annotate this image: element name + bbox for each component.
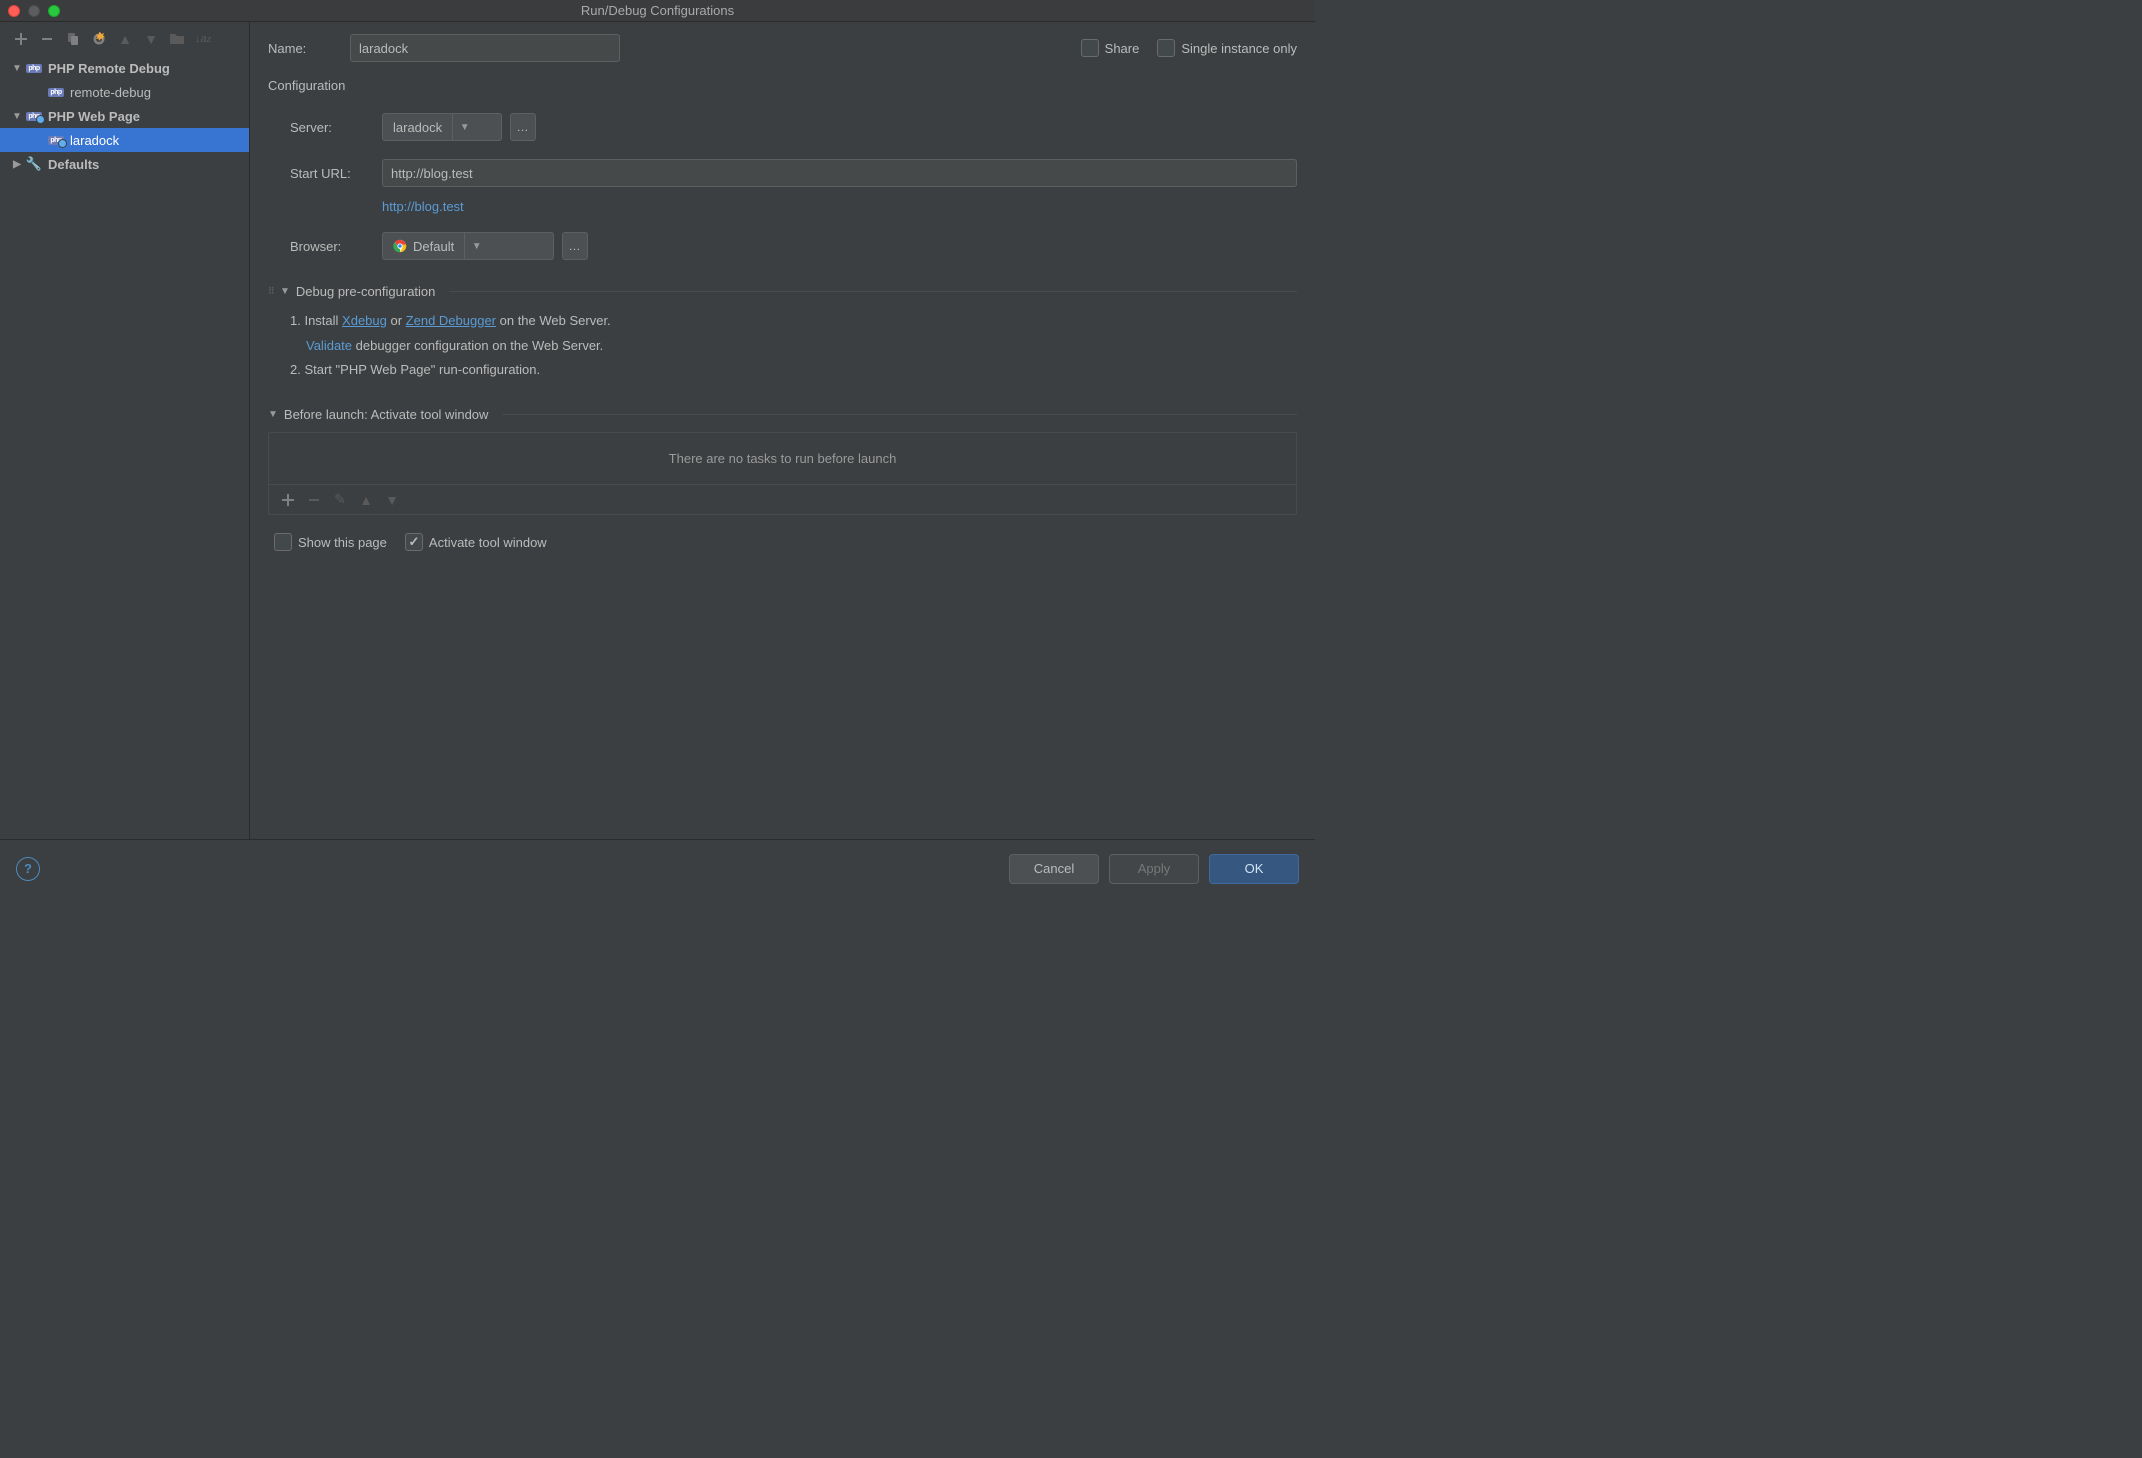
preconfig-step-2: Start "PHP Web Page" run-configuration. [290,358,1297,383]
expand-arrow-icon: ▶ [12,159,22,170]
tree-item-laradock[interactable]: php laradock [0,128,249,152]
tree-label: PHP Web Page [48,109,140,124]
folder-icon[interactable] [166,28,188,50]
checkbox-icon [405,533,423,551]
before-launch-tasks: There are no tasks to run before launch … [268,432,1297,515]
copy-config-icon[interactable] [62,28,84,50]
config-tree: ▼ php PHP Remote Debug php remote-debug … [0,56,249,839]
drag-grip-icon: ⠿ [268,289,274,294]
checkbox-icon [1081,39,1099,57]
browser-select[interactable]: Default ▼ [382,232,554,260]
add-task-icon[interactable] [277,489,299,511]
tree-group-php-remote-debug[interactable]: ▼ php PHP Remote Debug [0,56,249,80]
tree-label: PHP Remote Debug [48,61,170,76]
sidebar-toolbar: ▲ ▼ ↓az [0,22,249,56]
wrench-icon: 🔧 [26,156,42,172]
browser-browse-button[interactable]: … [562,232,588,260]
tree-item-remote-debug[interactable]: php remote-debug [0,80,249,104]
chevron-down-icon: ▼ [464,233,488,259]
browser-label: Browser: [290,239,382,254]
tree-group-defaults[interactable]: ▶ 🔧 Defaults [0,152,249,176]
resolved-url-link[interactable]: http://blog.test [382,199,464,214]
debug-preconfig-header[interactable]: ⠿ ▼ Debug pre-configuration [268,284,1297,299]
config-editor: Name: Share Single instance only Configu… [250,22,1315,839]
php-remote-item-icon: php [48,84,64,100]
checkbox-label: Show this page [298,535,387,550]
start-url-input[interactable] [382,159,1297,187]
chrome-icon [393,239,407,253]
php-web-item-icon: php [48,132,64,148]
server-value: laradock [383,120,452,135]
before-launch-header[interactable]: ▼ Before launch: Activate tool window [268,407,1297,422]
edit-defaults-icon[interactable] [88,28,110,50]
start-url-label: Start URL: [290,166,382,181]
chevron-down-icon: ▼ [268,409,278,420]
help-button[interactable]: ? [16,857,40,881]
name-input[interactable] [350,34,620,62]
zend-debugger-link[interactable]: Zend Debugger [406,313,496,328]
edit-task-icon[interactable]: ✎ [329,489,351,511]
single-instance-checkbox[interactable]: Single instance only [1157,39,1297,57]
tasks-empty-text: There are no tasks to run before launch [269,433,1296,484]
apply-button[interactable]: Apply [1109,854,1199,884]
tree-label: Defaults [48,157,99,172]
php-web-icon: php [26,108,42,124]
php-remote-icon: php [26,60,42,76]
chevron-down-icon: ▼ [452,114,476,140]
remove-config-icon[interactable] [36,28,58,50]
tasks-toolbar: ✎ ▲ ▼ [269,484,1296,514]
task-up-icon[interactable]: ▲ [355,489,377,511]
tree-label: laradock [70,133,119,148]
checkbox-label: Activate tool window [429,535,547,550]
configuration-section-title: Configuration [268,78,1297,93]
server-select[interactable]: laradock ▼ [382,113,502,141]
activate-tool-window-checkbox[interactable]: Activate tool window [405,533,547,551]
checkbox-icon [274,533,292,551]
expand-arrow-icon: ▼ [12,63,22,74]
chevron-down-icon: ▼ [280,286,290,297]
server-label: Server: [290,120,382,135]
remove-task-icon[interactable] [303,489,325,511]
tree-label: remote-debug [70,85,151,100]
validate-link[interactable]: Validate [306,338,352,353]
checkbox-label: Share [1105,41,1140,56]
preconfig-step-1: Install Xdebug or Zend Debugger on the W… [290,309,1297,334]
xdebug-link[interactable]: Xdebug [342,313,387,328]
move-down-icon[interactable]: ▼ [140,28,162,50]
validate-text: debugger configuration on the Web Server… [352,338,603,353]
add-config-icon[interactable] [10,28,32,50]
cancel-button[interactable]: Cancel [1009,854,1099,884]
section-title-text: Debug pre-configuration [296,284,435,299]
expand-arrow-icon: ▼ [12,111,22,122]
name-label: Name: [268,41,350,56]
sort-alpha-icon[interactable]: ↓az [192,28,214,50]
move-up-icon[interactable]: ▲ [114,28,136,50]
ok-button[interactable]: OK [1209,854,1299,884]
checkbox-label: Single instance only [1181,41,1297,56]
task-down-icon[interactable]: ▼ [381,489,403,511]
config-sidebar: ▲ ▼ ↓az ▼ php PHP Remote Debug php remot… [0,22,250,839]
section-title-text: Before launch: Activate tool window [284,407,489,422]
show-this-page-checkbox[interactable]: Show this page [274,533,387,551]
titlebar: Run/Debug Configurations [0,0,1315,22]
preconfig-content: Install Xdebug or Zend Debugger on the W… [268,309,1297,383]
share-checkbox[interactable]: Share [1081,39,1140,57]
server-browse-button[interactable]: … [510,113,536,141]
dialog-footer: ? Cancel Apply OK [0,839,1315,897]
window-title: Run/Debug Configurations [0,3,1315,18]
tree-group-php-web-page[interactable]: ▼ php PHP Web Page [0,104,249,128]
checkbox-icon [1157,39,1175,57]
browser-value: Default [413,239,454,254]
